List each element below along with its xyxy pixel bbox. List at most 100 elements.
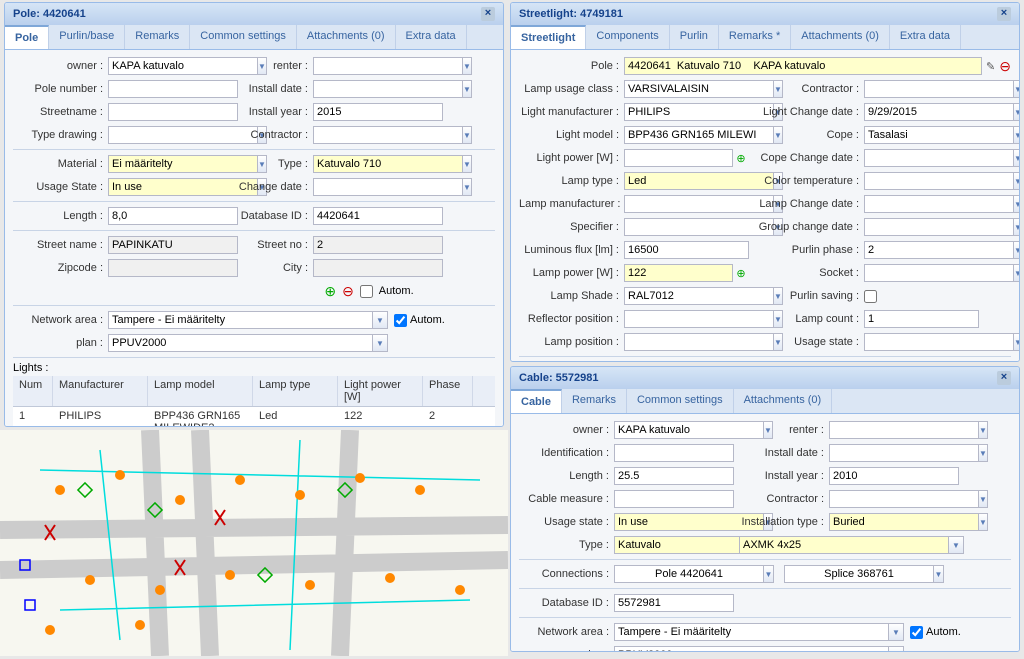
length-field[interactable]	[108, 207, 238, 225]
chevron-down-icon[interactable]	[462, 57, 472, 75]
lamppow-field[interactable]	[624, 264, 733, 282]
tab-remarks[interactable]: Remarks	[562, 389, 627, 413]
tab-purlin[interactable]: Purlin	[670, 25, 719, 49]
cnetarea-combo[interactable]	[614, 623, 904, 641]
ccd-combo[interactable]	[864, 149, 979, 167]
minus-icon[interactable]: ⊖	[342, 283, 354, 300]
chevron-down-icon[interactable]	[1013, 264, 1020, 282]
chevron-down-icon[interactable]	[372, 311, 388, 329]
tab-extra[interactable]: Extra data	[890, 25, 961, 49]
chevron-down-icon[interactable]	[1013, 126, 1020, 144]
changedate-combo[interactable]	[313, 178, 443, 196]
pole-field[interactable]	[624, 57, 982, 75]
material-field[interactable]	[108, 155, 257, 173]
cdbid-field[interactable]	[614, 594, 734, 612]
chevron-down-icon[interactable]	[462, 155, 472, 173]
typedraw-field[interactable]	[108, 126, 257, 144]
lamptype-combo[interactable]	[624, 172, 749, 190]
ccontractor-field[interactable]	[829, 490, 978, 508]
cmeasure-field[interactable]	[614, 490, 734, 508]
spec-combo[interactable]	[624, 218, 749, 236]
streetname-field[interactable]	[108, 103, 238, 121]
lampmfr-combo[interactable]	[624, 195, 749, 213]
tab-attachments[interactable]: Attachments (0)	[734, 389, 833, 413]
lampcd-combo[interactable]	[864, 195, 979, 213]
colortemp-combo[interactable]	[864, 172, 979, 190]
chevron-down-icon[interactable]	[1013, 80, 1020, 98]
lightmfr-combo[interactable]	[624, 103, 749, 121]
slusagestate-combo[interactable]	[864, 333, 979, 351]
ctype2-field[interactable]	[739, 536, 948, 554]
socket-field[interactable]	[864, 264, 1013, 282]
close-icon[interactable]: ×	[481, 7, 495, 21]
cinstdate-combo[interactable]	[829, 444, 959, 462]
colortemp-field[interactable]	[864, 172, 1013, 190]
tab-common[interactable]: Common settings	[627, 389, 734, 413]
installyear-field[interactable]	[313, 103, 443, 121]
tab-remarks[interactable]: Remarks	[125, 25, 190, 49]
chevron-down-icon[interactable]	[1013, 333, 1020, 351]
crenter-combo[interactable]	[829, 421, 959, 439]
tab-common[interactable]: Common settings	[190, 25, 297, 49]
close-icon[interactable]: ×	[997, 7, 1011, 21]
cope-combo[interactable]	[864, 126, 979, 144]
purlinsave-checkbox[interactable]	[864, 290, 877, 303]
tab-cable[interactable]: Cable	[511, 389, 562, 413]
changedate-field[interactable]	[313, 178, 462, 196]
lampcount-field[interactable]	[864, 310, 979, 328]
autom2-checkbox[interactable]	[394, 314, 407, 327]
netarea-combo[interactable]	[108, 311, 388, 329]
ctype2-combo[interactable]	[739, 536, 964, 554]
tab-remarks[interactable]: Remarks *	[719, 25, 791, 49]
cinstyear-field[interactable]	[829, 467, 959, 485]
installdate-field[interactable]	[313, 80, 462, 98]
dbid-field[interactable]	[313, 207, 443, 225]
col-type[interactable]: Lamp type	[253, 376, 338, 406]
chevron-down-icon[interactable]	[888, 646, 904, 652]
minus-icon[interactable]: ⊖	[999, 58, 1011, 75]
tab-attachments[interactable]: Attachments (0)	[791, 25, 890, 49]
tab-attachments[interactable]: Attachments (0)	[297, 25, 396, 49]
chevron-down-icon[interactable]	[763, 565, 774, 583]
col-phase[interactable]: Phase	[423, 376, 473, 406]
lampcd-field[interactable]	[864, 195, 1013, 213]
installdate-combo[interactable]	[313, 80, 443, 98]
plan-combo[interactable]	[108, 334, 388, 352]
close-icon[interactable]: ×	[997, 371, 1011, 385]
lamppos-combo[interactable]	[624, 333, 749, 351]
tab-extra[interactable]: Extra data	[396, 25, 467, 49]
insttype-field[interactable]	[829, 513, 978, 531]
autom-checkbox[interactable]	[360, 285, 373, 298]
lampshade-combo[interactable]	[624, 287, 749, 305]
typedraw-combo[interactable]	[108, 126, 238, 144]
netarea-field[interactable]	[108, 311, 372, 329]
renter-combo[interactable]	[313, 57, 443, 75]
chevron-down-icon[interactable]	[462, 178, 472, 196]
cope-field[interactable]	[864, 126, 1013, 144]
luc-combo[interactable]	[624, 80, 749, 98]
clength-field[interactable]	[614, 467, 734, 485]
owner-field[interactable]	[108, 57, 257, 75]
lcd-combo[interactable]	[864, 103, 979, 121]
chevron-down-icon[interactable]	[978, 421, 988, 439]
slcontractor-combo[interactable]	[864, 80, 979, 98]
tab-streetlight[interactable]: Streetlight	[511, 25, 586, 49]
ccd-field[interactable]	[864, 149, 1013, 167]
col-model[interactable]: Lamp model	[148, 376, 253, 406]
chevron-down-icon[interactable]	[948, 536, 964, 554]
renter-field[interactable]	[313, 57, 462, 75]
plus-icon[interactable]: ⊕	[733, 152, 749, 165]
plus-icon[interactable]: ⊕	[733, 267, 749, 280]
conn2-field[interactable]	[784, 565, 933, 583]
chevron-down-icon[interactable]	[978, 490, 988, 508]
lightpow-field[interactable]	[624, 149, 733, 167]
col-num[interactable]: Num	[13, 376, 53, 406]
conn1-combo[interactable]	[614, 565, 774, 583]
cnetarea-field[interactable]	[614, 623, 888, 641]
contractor-field[interactable]	[313, 126, 462, 144]
table-row[interactable]: 1 PHILIPS BPP436 GRN165 MILEWIDE2 LARGE …	[13, 407, 495, 427]
col-power[interactable]: Light power [W]	[338, 376, 423, 406]
lumflux-field[interactable]	[624, 241, 749, 259]
insttype-combo[interactable]	[829, 513, 959, 531]
slusagestate-field[interactable]	[864, 333, 1013, 351]
